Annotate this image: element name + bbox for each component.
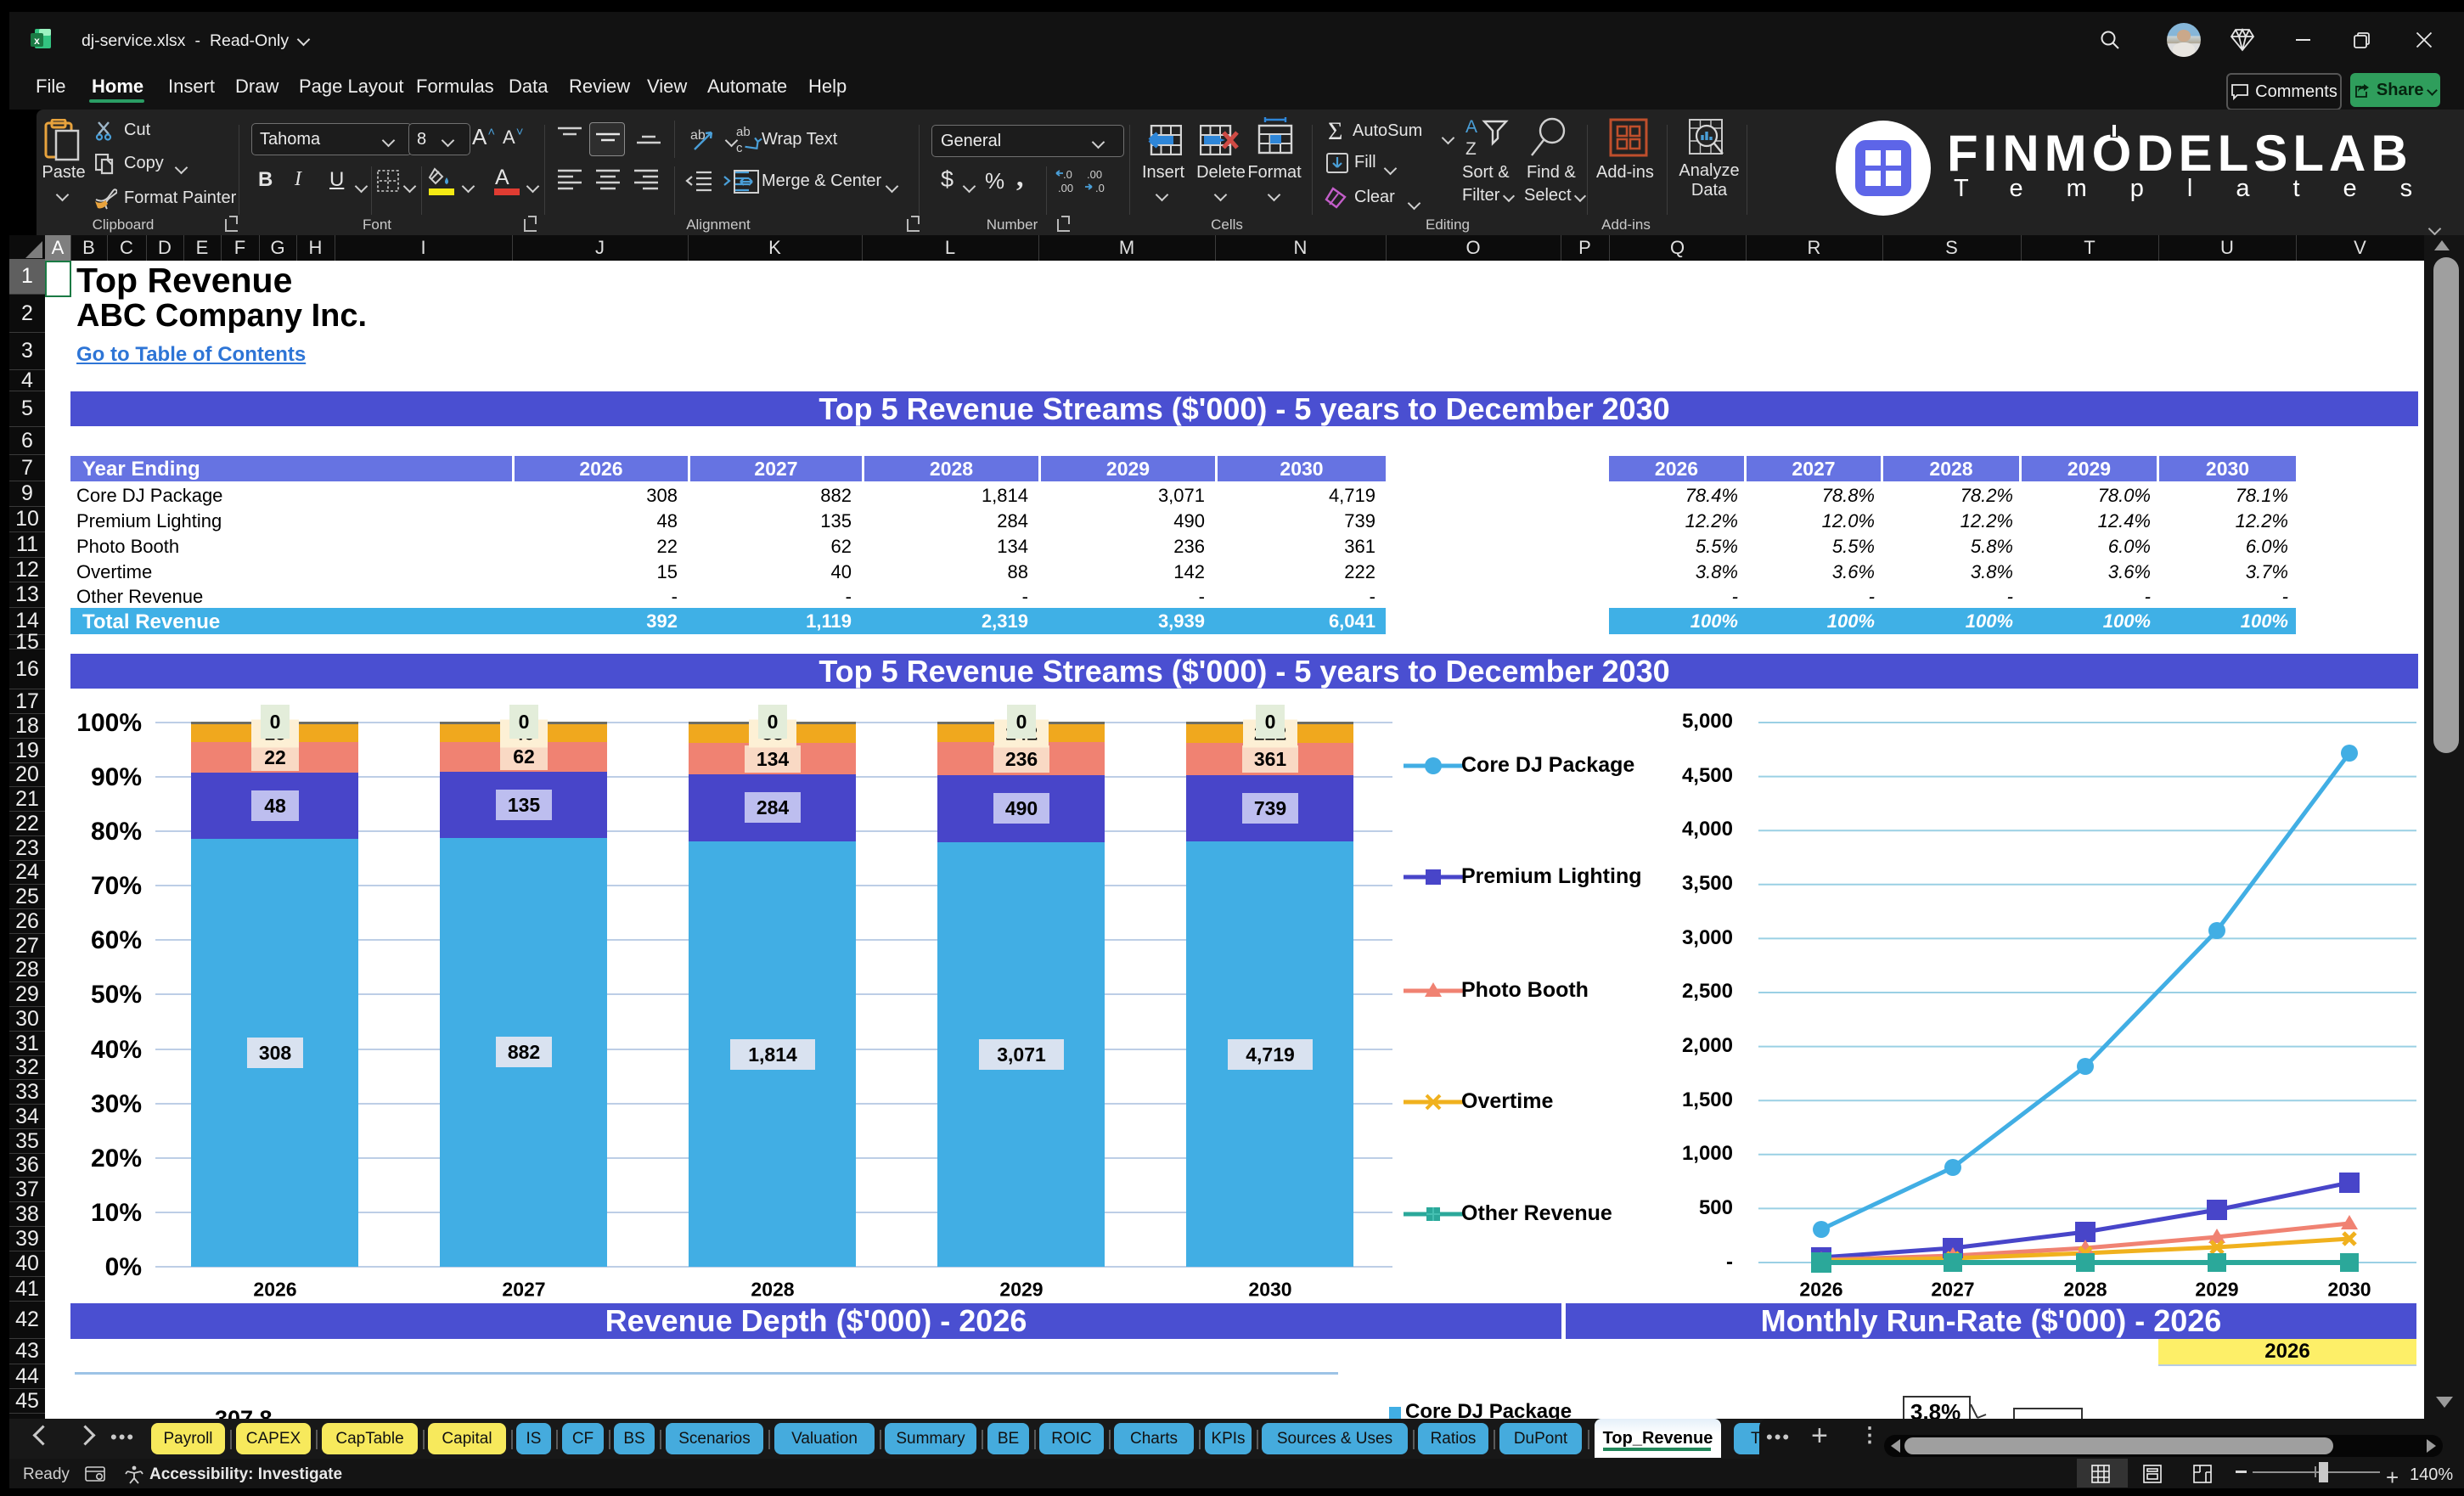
svg-text:Z: Z — [1465, 139, 1477, 157]
svg-text:.00: .00 — [1087, 168, 1102, 181]
svg-text:A: A — [1465, 117, 1477, 137]
svg-text:ab: ab — [736, 125, 751, 139]
svg-text:c: c — [736, 141, 743, 155]
svg-text:.00: .00 — [1058, 182, 1073, 194]
svg-text:x: x — [34, 35, 40, 47]
svg-text:.0: .0 — [1095, 182, 1105, 194]
svg-text:.0: .0 — [1063, 168, 1072, 181]
